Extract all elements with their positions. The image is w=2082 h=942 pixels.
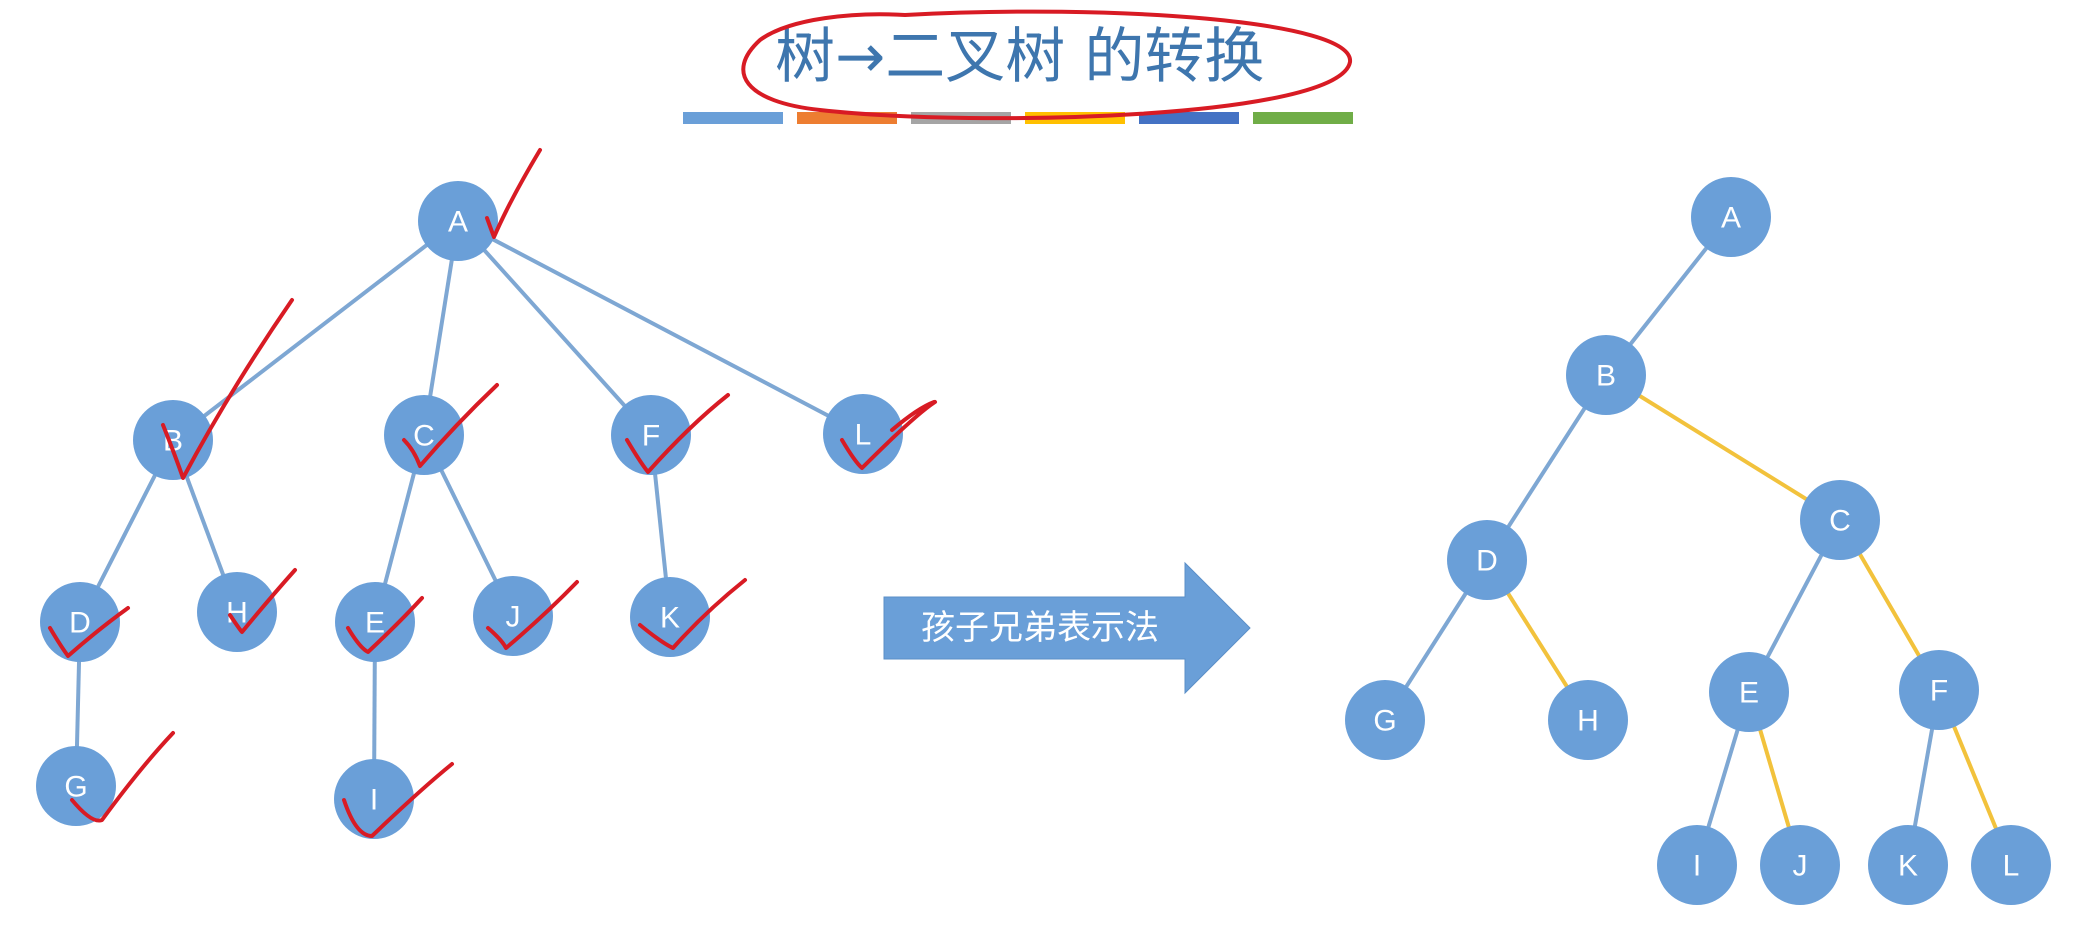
palette-swatch — [1253, 112, 1353, 124]
tree-node-b: B — [133, 400, 213, 480]
node-label: F — [1930, 675, 1948, 708]
node-label: D — [1476, 545, 1498, 578]
binary-node-l: L — [1971, 825, 2051, 905]
binary-node-c: C — [1800, 480, 1880, 560]
node-label: C — [413, 420, 435, 453]
node-label: D — [69, 607, 91, 640]
tree-node-i: I — [334, 759, 414, 839]
node-label: E — [1739, 677, 1759, 710]
arrow-label: 孩子兄弟表示法 — [921, 608, 1159, 648]
binary-tree-nodes: A B C D G H E F I J K L — [1345, 177, 2051, 905]
node-label: E — [365, 607, 385, 640]
binary-sibling-edge — [1604, 373, 1842, 522]
tree-node-l: L — [823, 394, 903, 474]
node-label: G — [1373, 705, 1396, 738]
node-label: J — [506, 601, 521, 634]
binary-node-k: K — [1868, 825, 1948, 905]
binary-node-e: E — [1709, 652, 1789, 732]
node-label: K — [660, 602, 680, 635]
node-label: K — [1898, 850, 1918, 883]
conversion-arrow: 孩子兄弟表示法 — [883, 561, 1251, 695]
tree-edges — [74, 219, 864, 800]
tree-edge — [456, 219, 653, 437]
binary-node-a: A — [1691, 177, 1771, 257]
node-label: I — [1693, 850, 1701, 883]
binary-node-d: D — [1447, 520, 1527, 600]
node-label: A — [448, 206, 468, 239]
slide-canvas: 树→二叉树 的转换 A B C F L D H E J K G I 孩子兄弟表示法 A B C D G H E F I… — [36, 9, 2051, 905]
node-label: A — [1721, 202, 1741, 235]
checkmark-annotations — [48, 148, 937, 838]
node-label: J — [1793, 850, 1808, 883]
binary-node-f: F — [1899, 650, 1979, 730]
node-label: H — [1577, 705, 1599, 738]
node-label: C — [1829, 505, 1851, 538]
tree-node-e: E — [335, 582, 415, 662]
palette-swatch — [683, 112, 783, 124]
binary-node-g: G — [1345, 680, 1425, 760]
tree-node-f: F — [611, 395, 691, 475]
slide-title: 树→二叉树 的转换 — [775, 22, 1264, 92]
node-label: B — [1596, 360, 1616, 393]
node-label: L — [855, 419, 872, 452]
binary-node-j: J — [1760, 825, 1840, 905]
node-label: I — [370, 784, 378, 817]
node-label: F — [642, 420, 660, 453]
node-label: G — [64, 771, 87, 804]
binary-node-h: H — [1548, 680, 1628, 760]
binary-node-i: I — [1657, 825, 1737, 905]
binary-node-b: B — [1566, 335, 1646, 415]
node-label: L — [2003, 850, 2020, 883]
tree-node-h: H — [197, 572, 277, 652]
